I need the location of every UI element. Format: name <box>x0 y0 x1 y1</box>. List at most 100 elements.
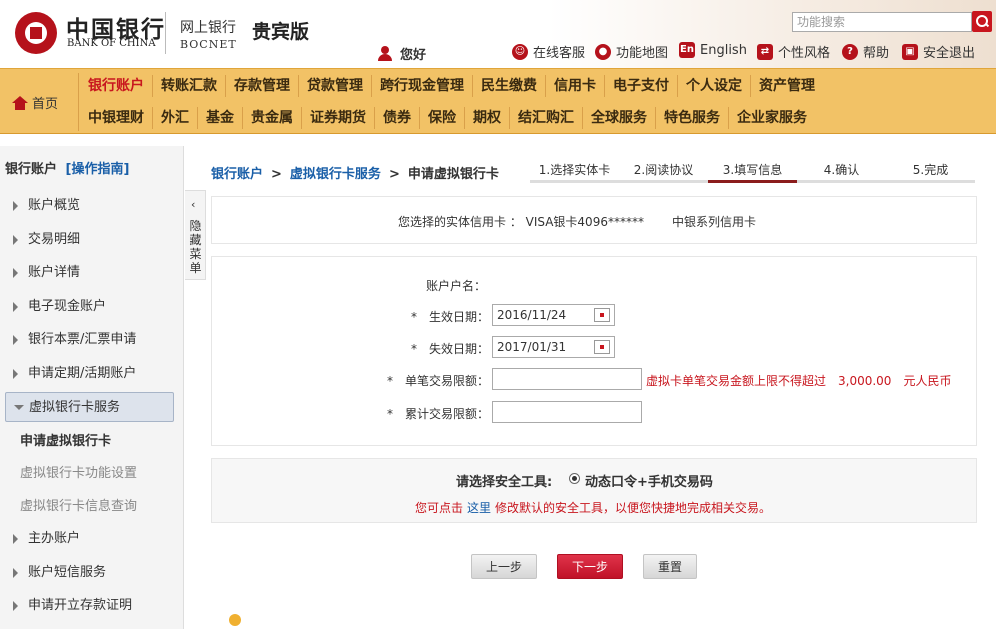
nav-row-1: 银行账户 转账汇款 存款管理 贷款管理 跨行现金管理 民生缴费 信用卡 电子支付… <box>80 75 823 97</box>
nav-transfer[interactable]: 转账汇款 <box>153 75 226 97</box>
style-link[interactable]: ⇄ 个性风格 <box>757 42 830 61</box>
calendar-icon[interactable] <box>594 308 610 322</box>
security-note-suffix: 修改默认的安全工具，以便您快捷地完成相关交易。 <box>495 501 772 515</box>
nav-deposit[interactable]: 存款管理 <box>226 75 299 97</box>
home-link[interactable]: 首页 <box>12 93 58 112</box>
change-security-link[interactable]: 这里 <box>467 501 491 515</box>
site-map-link[interactable]: ● 功能地图 <box>595 42 668 61</box>
nav-forex[interactable]: 外汇 <box>153 107 198 129</box>
sidebar-sub-virtual-card-settings[interactable]: 虚拟银行卡功能设置 <box>20 464 137 484</box>
nav-entrepreneur[interactable]: 企业家服务 <box>729 107 815 129</box>
security-tool-option[interactable]: 动态口令+手机交易码 <box>585 471 713 490</box>
nav-wealth[interactable]: 中银理财 <box>80 107 153 129</box>
nav-precious-metal[interactable]: 贵金属 <box>243 107 302 129</box>
lock-icon: ▣ <box>902 43 918 60</box>
sidebar-title: 银行账户 <box>5 162 58 177</box>
hide-menu-label: 隐藏菜单 <box>189 219 202 275</box>
user-icon <box>378 46 392 61</box>
sidebar-item-draft[interactable]: 银行本票/汇票申请 <box>0 325 183 355</box>
security-tool-label: 请选择安全工具: <box>456 475 553 490</box>
reset-button[interactable]: 重置 <box>643 554 697 579</box>
security-tool-panel: 请选择安全工具: 动态口令+手机交易码 您可点击 这里 修改默认的安全工具，以便您快… <box>211 458 977 523</box>
nav-bank-account[interactable]: 银行账户 <box>80 75 153 97</box>
end-date-label: * 失效日期： <box>411 342 490 356</box>
sidebar-sub-virtual-card-query[interactable]: 虚拟银行卡信息查询 <box>20 497 137 517</box>
nav-bond[interactable]: 债券 <box>375 107 420 129</box>
function-search-input[interactable]: 功能搜索 <box>792 12 972 32</box>
nav-personal-settings[interactable]: 个人设定 <box>678 75 751 97</box>
sidebar-header: 银行账户 [操作指南] <box>5 158 129 177</box>
operation-guide-link[interactable]: [操作指南] <box>66 162 130 177</box>
online-service-label: 在线客服 <box>533 46 586 61</box>
nav-fx-settlement[interactable]: 结汇购汇 <box>510 107 583 129</box>
logout-link[interactable]: ▣ 安全退出 <box>902 42 975 61</box>
sidebar-item-info[interactable]: 账户详情 <box>0 258 183 288</box>
nav-insurance[interactable]: 保险 <box>420 107 465 129</box>
nav-fund[interactable]: 基金 <box>198 107 243 129</box>
total-limit-input[interactable] <box>492 401 642 423</box>
logout-label: 安全退出 <box>923 46 976 61</box>
nav-credit-card[interactable]: 信用卡 <box>546 75 605 97</box>
breadcrumb: 银行账户 > 虚拟银行卡服务 > 申请虚拟银行卡 <box>211 163 499 182</box>
site-map-label: 功能地图 <box>616 46 669 61</box>
nav-e-payment[interactable]: 电子支付 <box>605 75 678 97</box>
single-limit-label: * 单笔交易限额： <box>387 374 490 388</box>
sidebar-item-deposit-cert[interactable]: 申请开立存款证明 <box>0 591 183 621</box>
english-link[interactable]: En English <box>679 42 747 58</box>
sidebar-item-details[interactable]: 交易明细 <box>0 225 183 255</box>
bocnet-en: BOCNET <box>180 38 237 51</box>
nav-bill-payment[interactable]: 民生缴费 <box>473 75 546 97</box>
sidebar-sub-apply-virtual-card[interactable]: 申请虚拟银行卡 <box>20 432 111 452</box>
edition-title: 贵宾版 <box>252 21 310 43</box>
security-tool-radio[interactable] <box>569 473 580 484</box>
nav-special-service[interactable]: 特色服务 <box>656 107 729 129</box>
nav-securities[interactable]: 证券期货 <box>302 107 375 129</box>
step-read-agreement: 2.阅读协议 <box>619 161 708 183</box>
nav-cash-management[interactable]: 跨行现金管理 <box>372 75 473 97</box>
bocnet-cn: 网上银行 <box>180 20 236 36</box>
info-icon <box>229 614 241 626</box>
calendar-icon[interactable] <box>594 340 610 354</box>
swap-icon: ⇄ <box>757 43 773 60</box>
breadcrumb-sep: > <box>271 167 282 182</box>
sidebar-item-virtual-card[interactable]: 虚拟银行卡服务 <box>5 392 174 422</box>
chevron-left-icon: ‹ <box>191 198 196 211</box>
sidebar-item-ecash[interactable]: 电子现金账户 <box>0 292 183 322</box>
help-link[interactable]: ? 帮助 <box>842 42 889 61</box>
sidebar-item-main-account[interactable]: 主办账户 <box>0 524 183 554</box>
home-icon <box>12 95 28 110</box>
account-name-label: 账户户名： <box>426 279 487 293</box>
help-label: 帮助 <box>863 46 890 61</box>
search-icon[interactable] <box>972 11 992 32</box>
prev-button[interactable]: 上一步 <box>471 554 537 579</box>
greeting-text: 您好 <box>400 48 427 63</box>
total-limit-label: * 累计交易限额： <box>387 407 490 421</box>
step-confirm: 4.确认 <box>797 161 886 183</box>
nav-global-service[interactable]: 全球服务 <box>583 107 656 129</box>
selected-card-panel: 您选择的实体信用卡 ： VISA银卡4096****** 中银系列信用卡 <box>211 196 977 244</box>
style-label: 个性风格 <box>778 46 831 61</box>
header: 中国银行 BANK OF CHINA 网上银行 BOCNET 贵宾版 功能搜索 … <box>0 0 996 68</box>
main-nav: 首页 银行账户 转账汇款 存款管理 贷款管理 跨行现金管理 民生缴费 信用卡 电… <box>0 68 996 134</box>
nav-loan[interactable]: 贷款管理 <box>299 75 372 97</box>
security-note: 您可点击 这里 修改默认的安全工具，以便您快捷地完成相关交易。 <box>415 499 771 516</box>
nav-divider <box>78 73 79 131</box>
sidebar-item-deposit-account[interactable]: 申请定期/活期账户 <box>0 359 183 389</box>
sidebar-item-sms[interactable]: 账户短信服务 <box>0 558 183 588</box>
breadcrumb-virtual-card-service[interactable]: 虚拟银行卡服务 <box>290 167 381 182</box>
breadcrumb-current: 申请虚拟银行卡 <box>407 167 499 182</box>
breadcrumb-bank-account[interactable]: 银行账户 <box>211 167 263 182</box>
map-pin-icon: ● <box>595 43 611 60</box>
single-limit-input[interactable] <box>492 368 642 390</box>
nav-options[interactable]: 期权 <box>465 107 510 129</box>
boc-logo-icon[interactable] <box>15 12 57 54</box>
hide-menu-toggle[interactable]: ‹ 隐藏菜单 <box>185 190 206 280</box>
online-service-link[interactable]: ☺ 在线客服 <box>512 42 585 61</box>
nav-row-2: 中银理财 外汇 基金 贵金属 证券期货 债券 保险 期权 结汇购汇 全球服务 特… <box>80 107 815 129</box>
next-button[interactable]: 下一步 <box>557 554 623 579</box>
nav-asset-management[interactable]: 资产管理 <box>751 75 823 97</box>
sidebar-item-overview[interactable]: 账户概览 <box>0 191 183 221</box>
card-series: 中银系列信用卡 <box>672 215 757 229</box>
home-label: 首页 <box>32 97 59 112</box>
selected-card-text: 您选择的实体信用卡 ： VISA银卡4096****** <box>398 215 644 229</box>
